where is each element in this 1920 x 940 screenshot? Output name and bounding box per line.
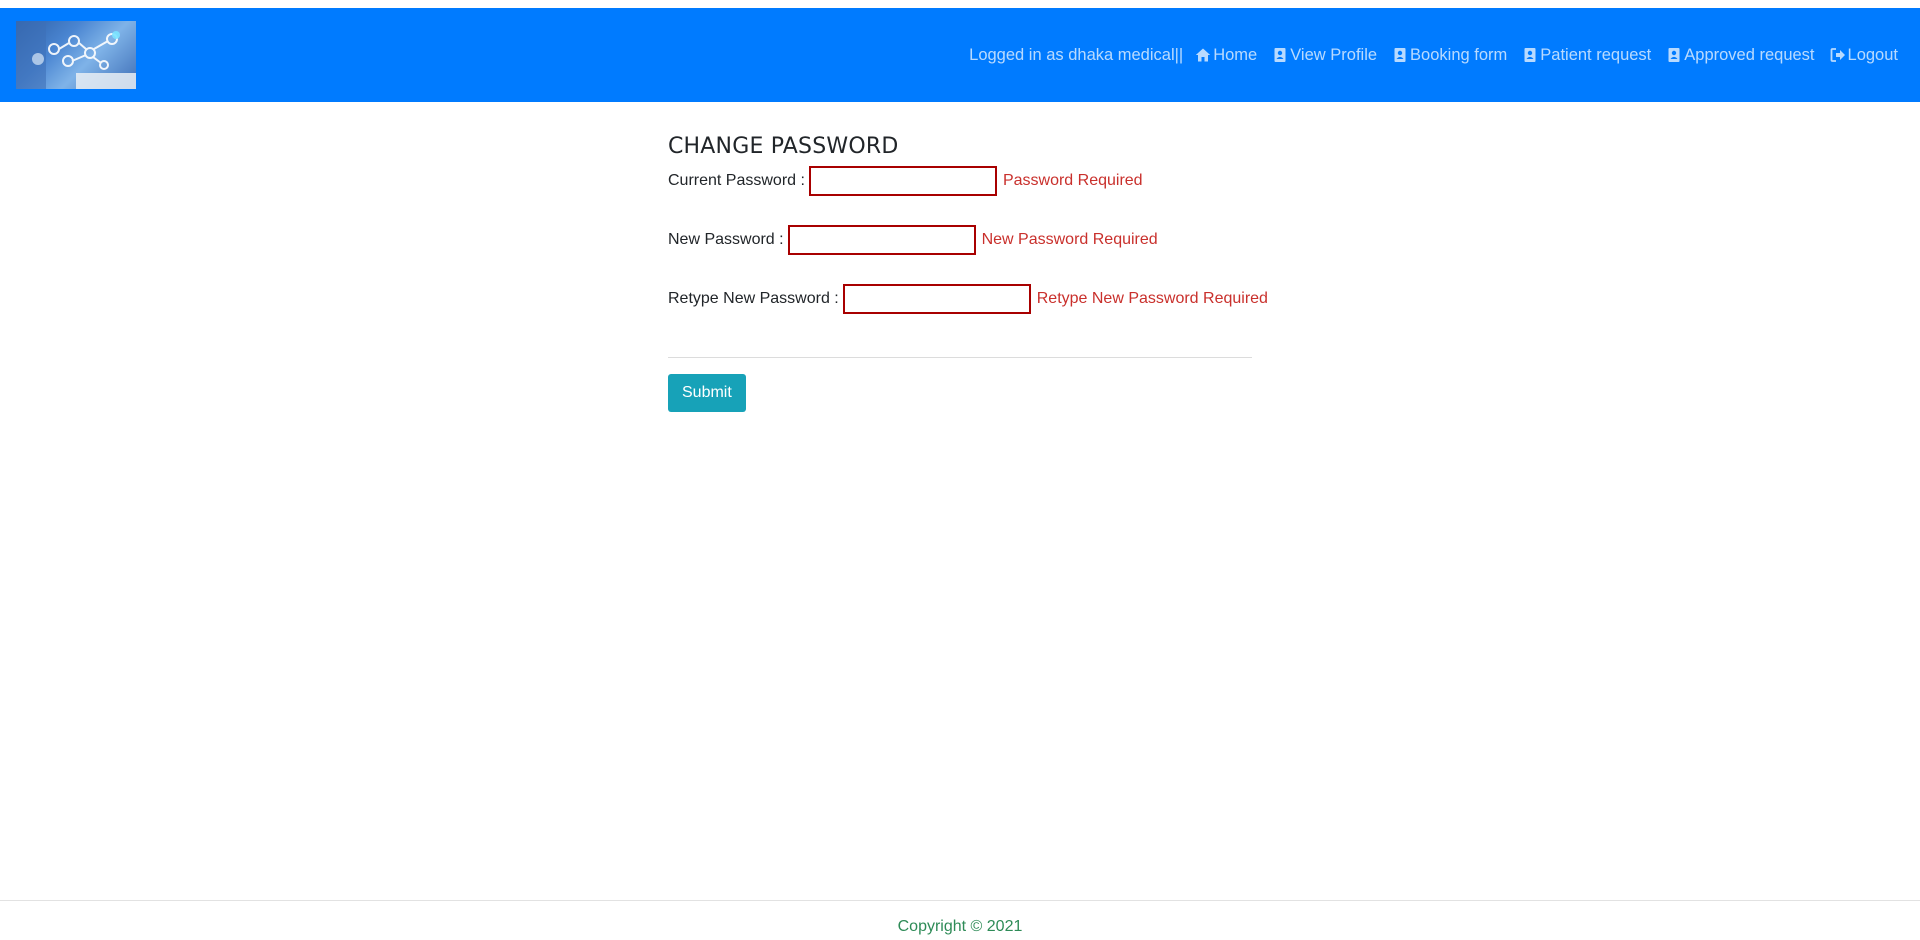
retype-password-row: Retype New Password : Retype New Passwor… [668, 284, 1268, 314]
nav-view-profile-label: View Profile [1290, 45, 1378, 64]
nav-approved-request[interactable]: Approved request [1666, 45, 1815, 65]
nav-home-label: Home [1213, 45, 1258, 64]
profile-card-icon [1392, 47, 1408, 63]
footer-divider [0, 900, 1920, 901]
submit-button[interactable]: Submit [668, 374, 746, 412]
profile-card-icon [1666, 47, 1682, 63]
nav-view-profile[interactable]: View Profile [1272, 46, 1377, 65]
current-password-row: Current Password : Password Required [668, 166, 1252, 196]
home-icon [1195, 47, 1211, 63]
new-password-row: New Password : New Password Required [668, 225, 1252, 255]
medical-network-icon [16, 21, 136, 89]
form-divider [668, 357, 1252, 358]
nav-logout-label: Logout [1847, 45, 1898, 64]
nav-home[interactable]: Home [1195, 46, 1257, 65]
nav-booking-form-label: Booking form [1410, 45, 1508, 64]
current-password-input[interactable] [808, 166, 997, 196]
nav-logout[interactable]: Logout [1830, 46, 1898, 65]
nav-patient-request[interactable]: Patient request [1522, 46, 1651, 65]
change-password-form: CHANGE PASSWORD Current Password : Passw… [668, 128, 1268, 412]
nav-booking-form[interactable]: Booking form [1392, 46, 1507, 65]
main-nav: Logged in as dhaka medical|| Home View P… [969, 8, 1898, 102]
retype-password-label: Retype New Password : [668, 290, 839, 307]
page-title: CHANGE PASSWORD [668, 134, 899, 159]
new-password-error: New Password Required [981, 231, 1158, 248]
nav-patient-request-label: Patient request [1540, 45, 1652, 64]
sign-out-icon [1830, 47, 1846, 63]
footer-copyright: Copyright © 2021 [897, 918, 1023, 935]
site-logo[interactable] [16, 21, 136, 89]
top-navbar: Logged in as dhaka medical|| Home View P… [0, 8, 1920, 102]
current-password-error: Password Required [1002, 172, 1143, 189]
change-password-page: Logged in as dhaka medical|| Home View P… [0, 0, 1920, 940]
new-password-label: New Password : [668, 231, 784, 248]
retype-password-error: Retype New Password Required [1036, 290, 1268, 307]
logged-in-status: Logged in as dhaka medical|| [969, 45, 1184, 64]
profile-card-icon [1272, 47, 1288, 63]
current-password-label: Current Password : [668, 172, 805, 189]
new-password-input[interactable] [787, 225, 976, 255]
nav-approved-request-label: Approved request [1684, 45, 1815, 64]
retype-password-input[interactable] [842, 284, 1031, 314]
profile-card-icon [1522, 47, 1538, 63]
